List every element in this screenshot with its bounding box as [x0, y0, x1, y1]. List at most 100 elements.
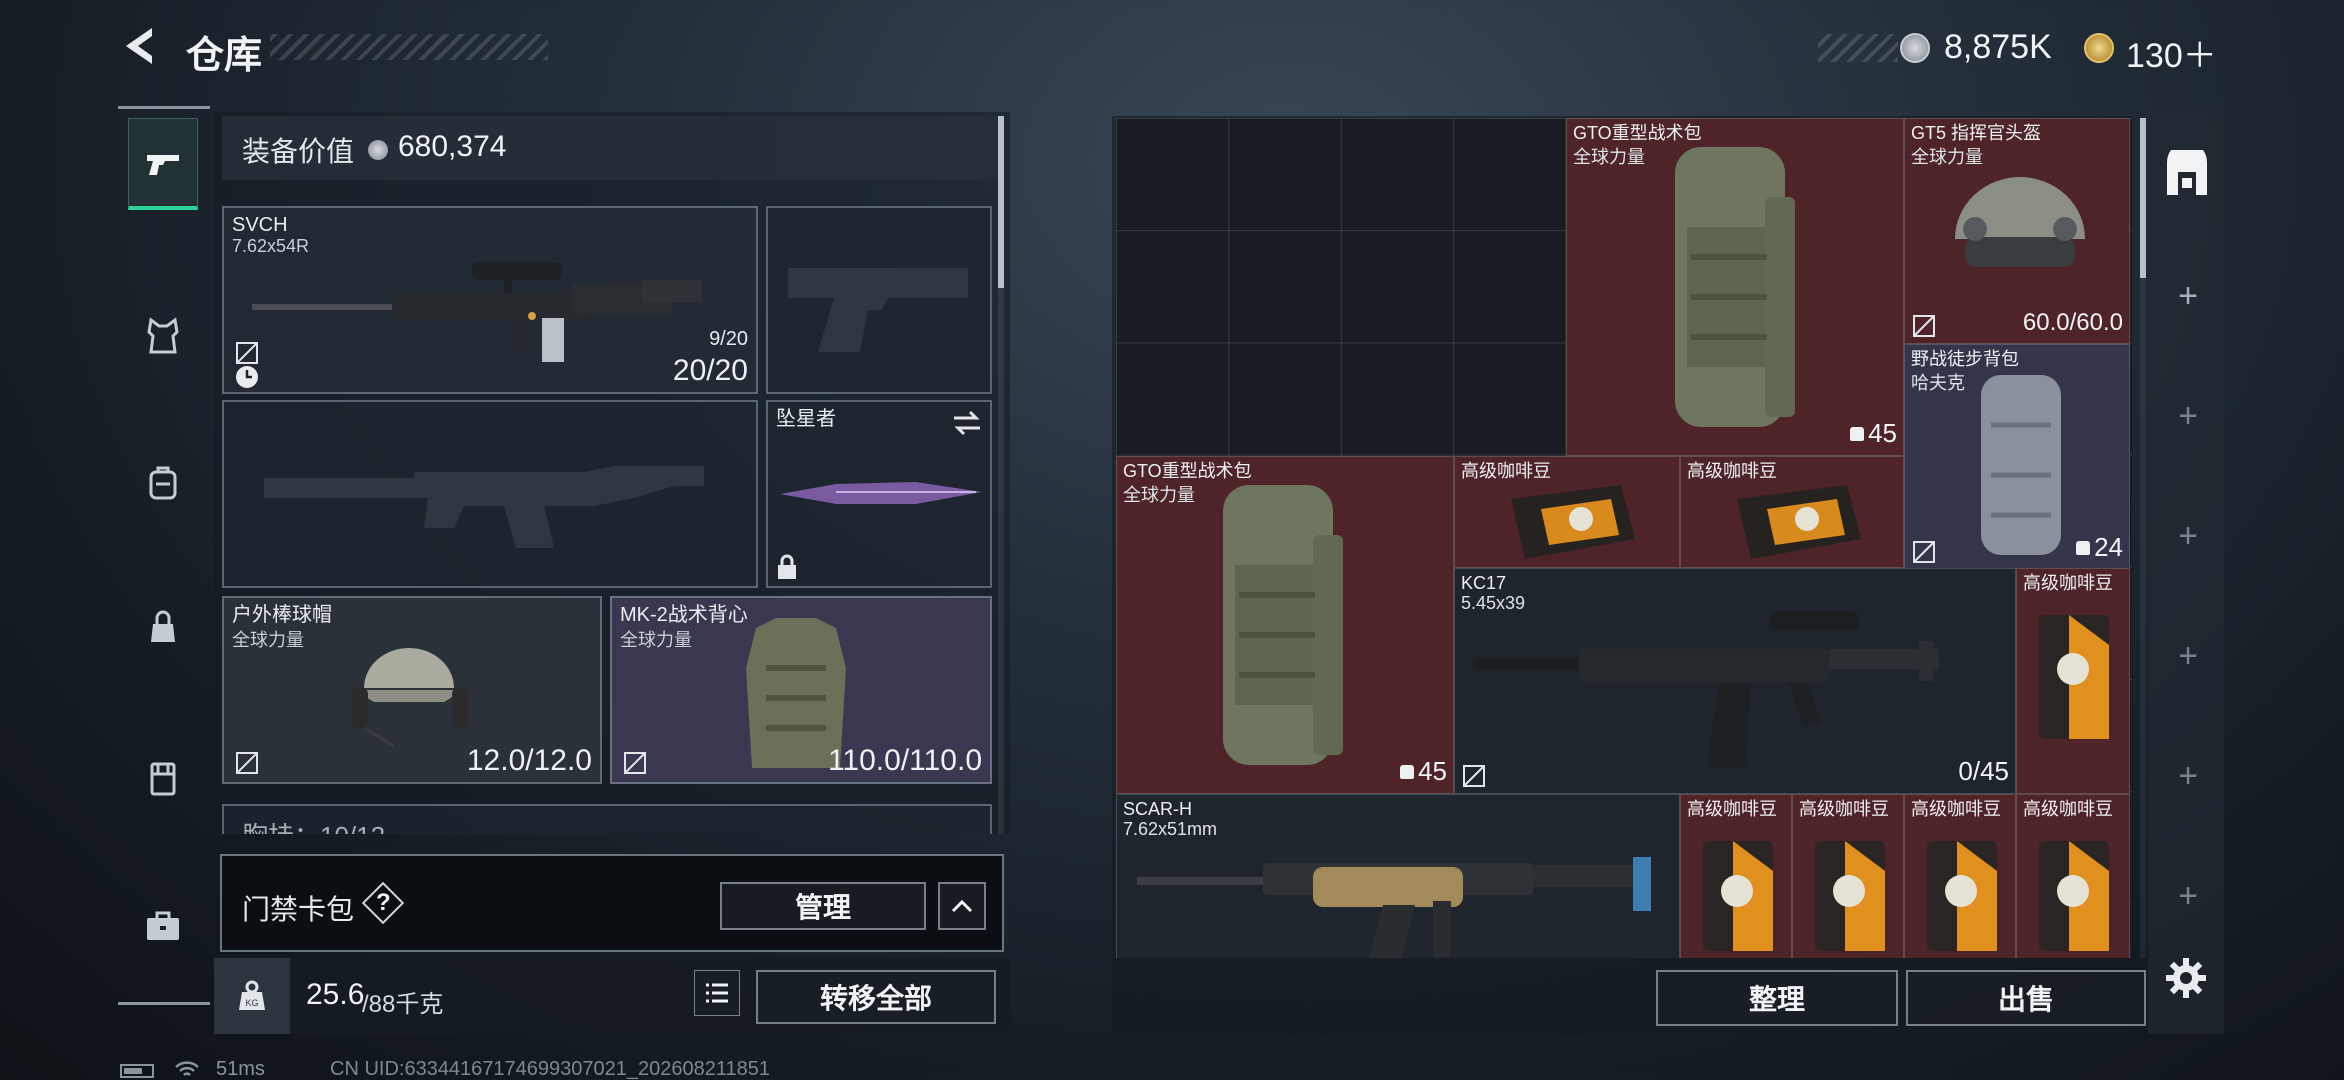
coffee-bag-image: [1703, 841, 1773, 951]
melee-blade-image: [780, 482, 982, 504]
heavy-pack-image: [1675, 147, 1795, 427]
slot-secondary-weapon[interactable]: [222, 400, 758, 588]
grid-item-rifle[interactable]: SCAR-H 7.62x51mm: [1116, 794, 1680, 958]
item-name: 高级咖啡豆: [1687, 799, 1777, 819]
chest-rig-label: 胸挂：10/12: [242, 816, 385, 834]
weight-max: /88千克: [362, 991, 444, 1018]
slot-primary-weapon[interactable]: SVCH 7.62x54R 9/20 20/20: [222, 206, 758, 394]
title-decoration: [270, 34, 548, 60]
coffee-bag-image: [1511, 485, 1635, 559]
list-button[interactable]: [694, 970, 740, 1016]
sort-button[interactable]: 整理: [1656, 970, 1898, 1026]
weight-icon: KG: [239, 980, 265, 1010]
grid-scrollbar[interactable]: [2140, 118, 2146, 958]
currency-decoration: [1818, 34, 1898, 62]
clock-icon: [236, 366, 258, 388]
grid-item-coffee[interactable]: 高级咖啡豆: [1904, 794, 2016, 958]
slot-chest-rig[interactable]: 胸挂：10/12: [222, 804, 992, 834]
item-name: 高级咖啡豆: [1799, 799, 1889, 819]
add-storage-button[interactable]: +: [2172, 399, 2204, 433]
storage-tab-main[interactable]: [2152, 140, 2222, 210]
add-storage-button[interactable]: +: [2172, 279, 2204, 313]
sell-button[interactable]: 出售: [1906, 970, 2146, 1026]
rail-top-line: [118, 106, 210, 109]
pistol-silhouette: [788, 268, 968, 352]
back-arrow-icon: [126, 28, 152, 64]
grid-item-rifle[interactable]: KC17 5.45x39 0/45: [1454, 568, 2016, 794]
slot-melee[interactable]: 坠星者: [766, 400, 992, 588]
grid-item-backpack[interactable]: GTO重型战术包 全球力量 45: [1566, 118, 1904, 456]
grid-item-coffee[interactable]: 高级咖啡豆: [2016, 794, 2130, 958]
grid-item-coffee[interactable]: 高级咖啡豆: [2016, 568, 2130, 794]
grid-item-backpack[interactable]: GTO重型战术包 全球力量 45: [1116, 456, 1454, 794]
no-insurance-icon: [236, 342, 258, 364]
tab-armor[interactable]: [128, 290, 198, 382]
slot-pistol[interactable]: [766, 206, 992, 394]
tab-bag[interactable]: [128, 582, 198, 674]
weight-bar: KG 25.6 /88千克 转移全部: [214, 958, 1010, 1034]
vest-durability: 110.0/110.0: [827, 744, 982, 777]
helmet-faction: 全球力量: [232, 630, 304, 650]
add-storage-button[interactable]: +: [2172, 639, 2204, 673]
slot-vest[interactable]: MK-2战术背心 全球力量 110.0/110.0: [610, 596, 992, 784]
armor-icon: [147, 317, 179, 354]
grid-item-backpack-small[interactable]: 野战徒步背包 哈夫克 24: [1904, 344, 2130, 570]
manage-button[interactable]: 管理: [720, 882, 926, 930]
no-insurance-icon: [236, 752, 258, 774]
grid-item-coffee[interactable]: 高级咖啡豆: [1454, 456, 1680, 568]
grid-item-coffee[interactable]: 高级咖啡豆: [1680, 456, 1904, 568]
coffee-bag-image: [2039, 841, 2109, 951]
settings-button[interactable]: [2164, 956, 2208, 1000]
settings-icon: [2166, 958, 2206, 998]
grid-item-helmet[interactable]: GT5 指挥官头盔 全球力量 60.0/60.0: [1904, 118, 2130, 344]
chevron-up-icon: [951, 899, 973, 913]
page-title: 仓库: [186, 35, 263, 77]
item-count: 45: [1850, 418, 1897, 449]
item-mag: 0/45: [1958, 756, 2009, 786]
no-insurance-icon: [1913, 315, 1935, 337]
transfer-all-button[interactable]: 转移全部: [756, 970, 996, 1024]
equip-value-label: 装备价值: [242, 136, 355, 167]
equip-value-amount: 680,374: [398, 130, 507, 163]
help-icon-label: ?: [376, 889, 391, 916]
back-button[interactable]: [118, 24, 162, 68]
item-name: 高级咖啡豆: [2023, 799, 2113, 819]
tab-weapons[interactable]: [128, 118, 198, 210]
keycard-label: 门禁卡包: [242, 894, 355, 925]
field-pack-image: [1981, 375, 2061, 555]
weight-current: 25.6: [306, 978, 365, 1011]
slot-helmet[interactable]: 户外棒球帽 全球力量 12.0/12.0: [222, 596, 602, 784]
add-storage-button[interactable]: +: [2172, 759, 2204, 793]
ping-text: 51ms: [216, 1058, 265, 1080]
weapon-mag: 9/20: [709, 328, 748, 350]
lock-icon: [2076, 540, 2091, 555]
wifi-icon: [175, 1061, 199, 1076]
tab-case[interactable]: [128, 880, 198, 972]
lock-icon: [1850, 426, 1865, 441]
smg-image: [1473, 611, 1939, 767]
add-storage-button[interactable]: +: [2172, 879, 2204, 913]
rail-bottom-line: [118, 1002, 210, 1005]
cap-image: [352, 648, 468, 748]
currency-amount: 8,875K: [1944, 28, 2052, 66]
uid-text: CN UID:63344167174699307021_202608211851: [330, 1058, 771, 1080]
lock-icon: [778, 554, 796, 579]
coin-icon: [368, 140, 388, 160]
helmet-image: [1955, 177, 2085, 267]
left-scrollbar[interactable]: [998, 116, 1004, 834]
chest-rig-icon: [150, 762, 176, 796]
safe-box-icon: [2167, 150, 2207, 195]
list-icon: [706, 983, 728, 1003]
collapse-button[interactable]: [938, 882, 986, 930]
melee-name: 坠星者: [776, 408, 836, 430]
storage-grid: GTO重型战术包 全球力量 45 GT5 指挥官头盔 全球力量 60.0/60.…: [1116, 118, 2132, 958]
add-storage-button[interactable]: +: [2172, 519, 2204, 553]
item-count: 24: [2076, 532, 2123, 563]
tab-backpack[interactable]: [128, 436, 198, 528]
currency-bar[interactable]: 8,875K 130＋: [1900, 28, 2240, 75]
scar-image: [1137, 857, 1651, 958]
grid-item-coffee[interactable]: 高级咖啡豆: [1680, 794, 1792, 958]
grid-item-coffee[interactable]: 高级咖啡豆: [1792, 794, 1904, 958]
swap-icon[interactable]: [952, 410, 982, 436]
tab-chest-rig[interactable]: [128, 732, 198, 824]
